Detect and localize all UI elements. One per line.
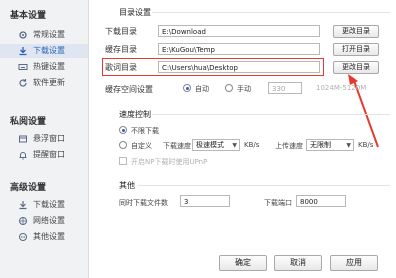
settings-sidebar: 基本设置 常规设置 下载设置 热键设置 软件更新 私阅设置 悬浮窗口 提醒窗口 … bbox=[0, 0, 89, 278]
keyboard-icon bbox=[18, 64, 28, 70]
concurrent-input[interactable]: 3 bbox=[180, 195, 230, 207]
cache-auto-label: 自动 bbox=[195, 85, 209, 93]
sidebar-item-hotkeys[interactable]: 热键设置 bbox=[0, 60, 88, 74]
section-title-private: 私阅设置 bbox=[10, 117, 47, 127]
download-icon bbox=[19, 47, 27, 56]
upnp-checkbox[interactable] bbox=[119, 157, 127, 165]
update-icon bbox=[19, 79, 27, 87]
sidebar-item-download[interactable]: 下载设置 bbox=[0, 44, 88, 58]
sidebar-item-label: 软件更新 bbox=[33, 78, 65, 87]
chevron-down-icon: ▼ bbox=[232, 142, 237, 149]
download-speed-unit: KB/s bbox=[244, 141, 260, 149]
port-label: 下载端口 bbox=[264, 199, 292, 207]
sidebar-item-reminder[interactable]: 提醒窗口 bbox=[0, 148, 88, 162]
cache-auto-radio[interactable] bbox=[183, 84, 191, 92]
cache-size-input[interactable]: 330 bbox=[268, 82, 302, 94]
cache-space-label: 缓存空间设置 bbox=[105, 85, 153, 94]
cache-dir-label: 缓存目录 bbox=[105, 45, 137, 54]
other-group-title: 其他 bbox=[119, 181, 135, 190]
sidebar-item-label: 下载设置 bbox=[33, 46, 65, 55]
download-speed-label: 下载速度 bbox=[163, 142, 191, 150]
other-icon bbox=[19, 233, 27, 241]
sidebar-item-update[interactable]: 软件更新 bbox=[0, 76, 88, 90]
sidebar-item-general[interactable]: 常规设置 bbox=[0, 28, 88, 42]
concurrent-label: 同时下载文件数 bbox=[119, 199, 168, 207]
cache-manual-label: 手动 bbox=[237, 85, 251, 93]
sidebar-item-label: 其他设置 bbox=[33, 232, 65, 241]
speed-custom-label: 自定义 bbox=[131, 142, 152, 150]
ok-button[interactable]: 确定 bbox=[219, 255, 267, 271]
lyrics-dir-input[interactable]: C:\Users\hua\Desktop bbox=[158, 61, 320, 73]
change-download-dir-button[interactable]: 更改目录 bbox=[333, 25, 379, 38]
sidebar-item-label: 热键设置 bbox=[33, 62, 65, 71]
speed-unlimited-radio[interactable] bbox=[119, 126, 127, 134]
cache-dir-input[interactable]: E:\KuGou\Temp bbox=[158, 43, 320, 55]
upnp-label: 开启NP下载时使用UPnP bbox=[131, 158, 208, 166]
directory-group-title: 目录设置 bbox=[119, 8, 151, 17]
upload-speed-label: 上传速度 bbox=[275, 142, 303, 150]
bell-icon bbox=[19, 152, 27, 160]
sidebar-item-label: 常规设置 bbox=[33, 30, 65, 39]
sidebar-item-network[interactable]: 网络设置 bbox=[0, 214, 88, 228]
gear-icon bbox=[19, 31, 27, 39]
settings-panel: 目录设置 下载目录 E:\Download 更改目录 缓存目录 E:\KuGou… bbox=[88, 0, 396, 278]
download-icon bbox=[19, 201, 27, 210]
download-dir-input[interactable]: E:\Download bbox=[158, 25, 320, 37]
sidebar-item-other[interactable]: 其他设置 bbox=[0, 230, 88, 244]
section-title-advanced: 高级设置 bbox=[10, 183, 47, 193]
network-icon bbox=[19, 217, 27, 225]
cache-manual-radio[interactable] bbox=[225, 84, 233, 92]
divider bbox=[138, 185, 390, 186]
speed-custom-radio[interactable] bbox=[119, 141, 127, 149]
cancel-button[interactable]: 取消 bbox=[274, 255, 322, 271]
download-speed-select[interactable]: 极速模式 ▼ bbox=[192, 139, 240, 151]
divider bbox=[152, 12, 390, 13]
download-speed-value: 极速模式 bbox=[196, 141, 224, 149]
upload-speed-value: 无限制 bbox=[310, 141, 331, 149]
speed-group-title: 速度控制 bbox=[119, 110, 151, 119]
divider bbox=[152, 114, 390, 115]
upload-speed-unit: KB/s bbox=[358, 141, 374, 149]
sidebar-item-advanced-download[interactable]: 下载设置 bbox=[0, 198, 88, 212]
sidebar-item-label: 下载设置 bbox=[33, 200, 65, 209]
port-input[interactable]: 8000 bbox=[296, 195, 346, 207]
sidebar-item-label: 提醒窗口 bbox=[33, 150, 65, 159]
upload-speed-select[interactable]: 无限制 ▼ bbox=[306, 139, 354, 151]
section-title-basic: 基本设置 bbox=[10, 11, 47, 21]
sidebar-item-label: 网络设置 bbox=[33, 216, 65, 225]
lyrics-dir-label: 歌词目录 bbox=[105, 63, 137, 72]
apply-button[interactable]: 应用 bbox=[330, 255, 378, 271]
open-cache-dir-button[interactable]: 打开目录 bbox=[333, 43, 379, 56]
window-icon bbox=[19, 135, 27, 143]
speed-unlimited-label: 不限下载 bbox=[131, 127, 159, 135]
sidebar-item-floating-window[interactable]: 悬浮窗口 bbox=[0, 132, 88, 146]
sidebar-item-label: 悬浮窗口 bbox=[33, 134, 65, 143]
chevron-down-icon: ▼ bbox=[346, 142, 351, 149]
cache-range-hint: 1024M-5120M bbox=[316, 84, 367, 92]
download-dir-label: 下载目录 bbox=[105, 27, 137, 36]
